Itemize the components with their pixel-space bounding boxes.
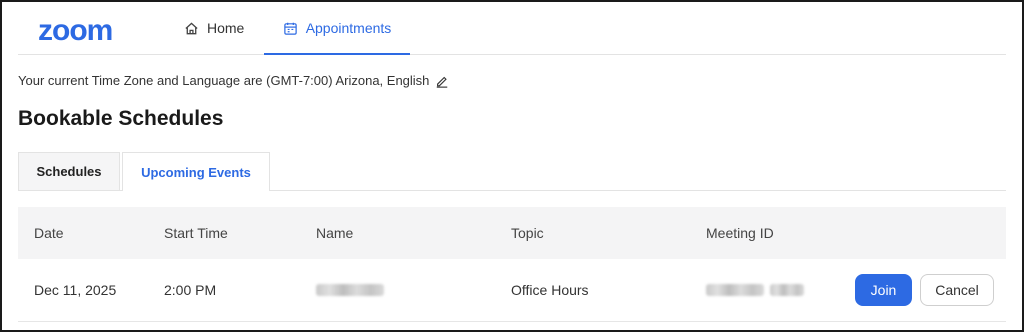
nav-appointments-label: Appointments (305, 20, 392, 36)
page-title: Bookable Schedules (18, 107, 224, 130)
redacted-meeting-id (706, 284, 764, 296)
tab-upcoming-events[interactable]: Upcoming Events (122, 152, 270, 191)
zoom-logo[interactable]: zoom (38, 16, 113, 46)
cell-start-time: 2:00 PM (164, 282, 217, 298)
cell-date: Dec 11, 2025 (34, 282, 117, 298)
cell-meeting-id-redacted (706, 259, 804, 321)
top-navigation: zoom Home Appointments (18, 2, 1006, 55)
nav-home[interactable]: Home (184, 2, 244, 54)
app-frame: zoom Home Appointments Your current Time… (2, 2, 1022, 330)
header-date: Date (34, 225, 64, 241)
calendar-icon (283, 21, 298, 36)
tab-schedules[interactable]: Schedules (18, 152, 120, 190)
home-icon (184, 21, 199, 36)
events-table: Date Start Time Name Topic Meeting ID De… (18, 207, 1006, 322)
nav-home-label: Home (207, 20, 245, 36)
cell-topic: Office Hours (511, 282, 589, 298)
timezone-text: Your current Time Zone and Language are … (18, 73, 430, 88)
cancel-button[interactable]: Cancel (920, 274, 994, 306)
header-start-time: Start Time (164, 225, 228, 241)
tab-bar: Schedules Upcoming Events (18, 152, 1006, 191)
redacted-name (316, 284, 384, 296)
timezone-language-line: Your current Time Zone and Language are … (18, 73, 449, 88)
redacted-meeting-id-part (770, 284, 804, 296)
nav-appointments[interactable]: Appointments (264, 2, 410, 55)
cell-name-redacted (316, 259, 384, 321)
header-topic: Topic (511, 225, 544, 241)
header-name: Name (316, 225, 354, 241)
row-actions: Join Cancel (855, 259, 994, 321)
join-button[interactable]: Join (855, 274, 912, 306)
table-header: Date Start Time Name Topic Meeting ID (18, 207, 1006, 259)
table-row: Dec 11, 2025 2:00 PM Office Hours Join C… (18, 259, 1006, 322)
pencil-icon[interactable] (435, 74, 449, 88)
header-meeting-id: Meeting ID (706, 225, 774, 241)
